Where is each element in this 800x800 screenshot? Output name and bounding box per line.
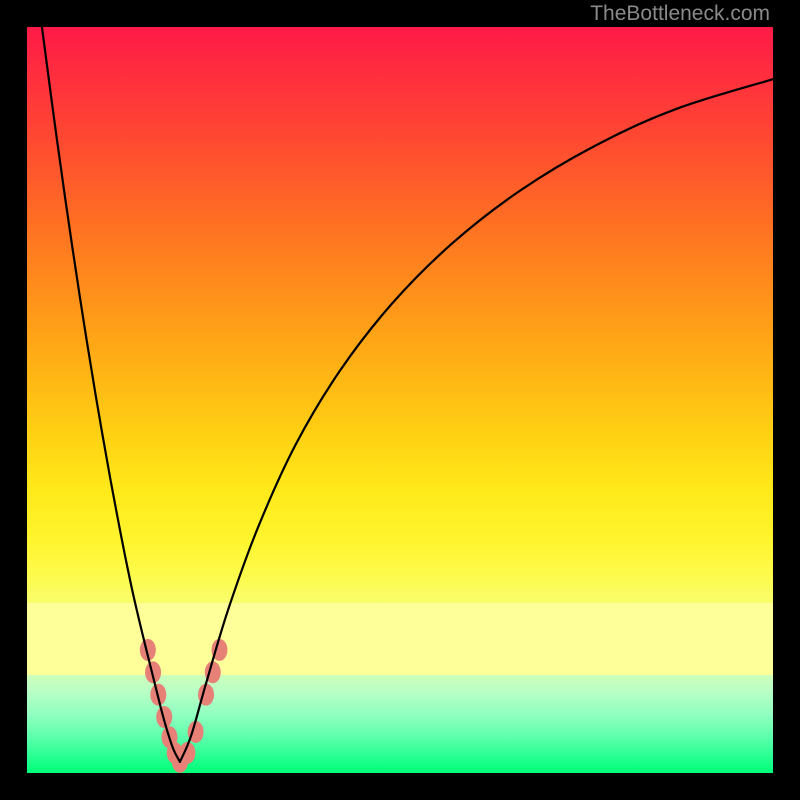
plot-area: [27, 27, 773, 773]
watermark-text: TheBottleneck.com: [590, 2, 770, 26]
chart-svg: [27, 27, 773, 773]
curve-left-branch: [42, 27, 180, 762]
curve-right-branch: [180, 79, 773, 762]
chart-frame: TheBottleneck.com: [0, 0, 800, 800]
